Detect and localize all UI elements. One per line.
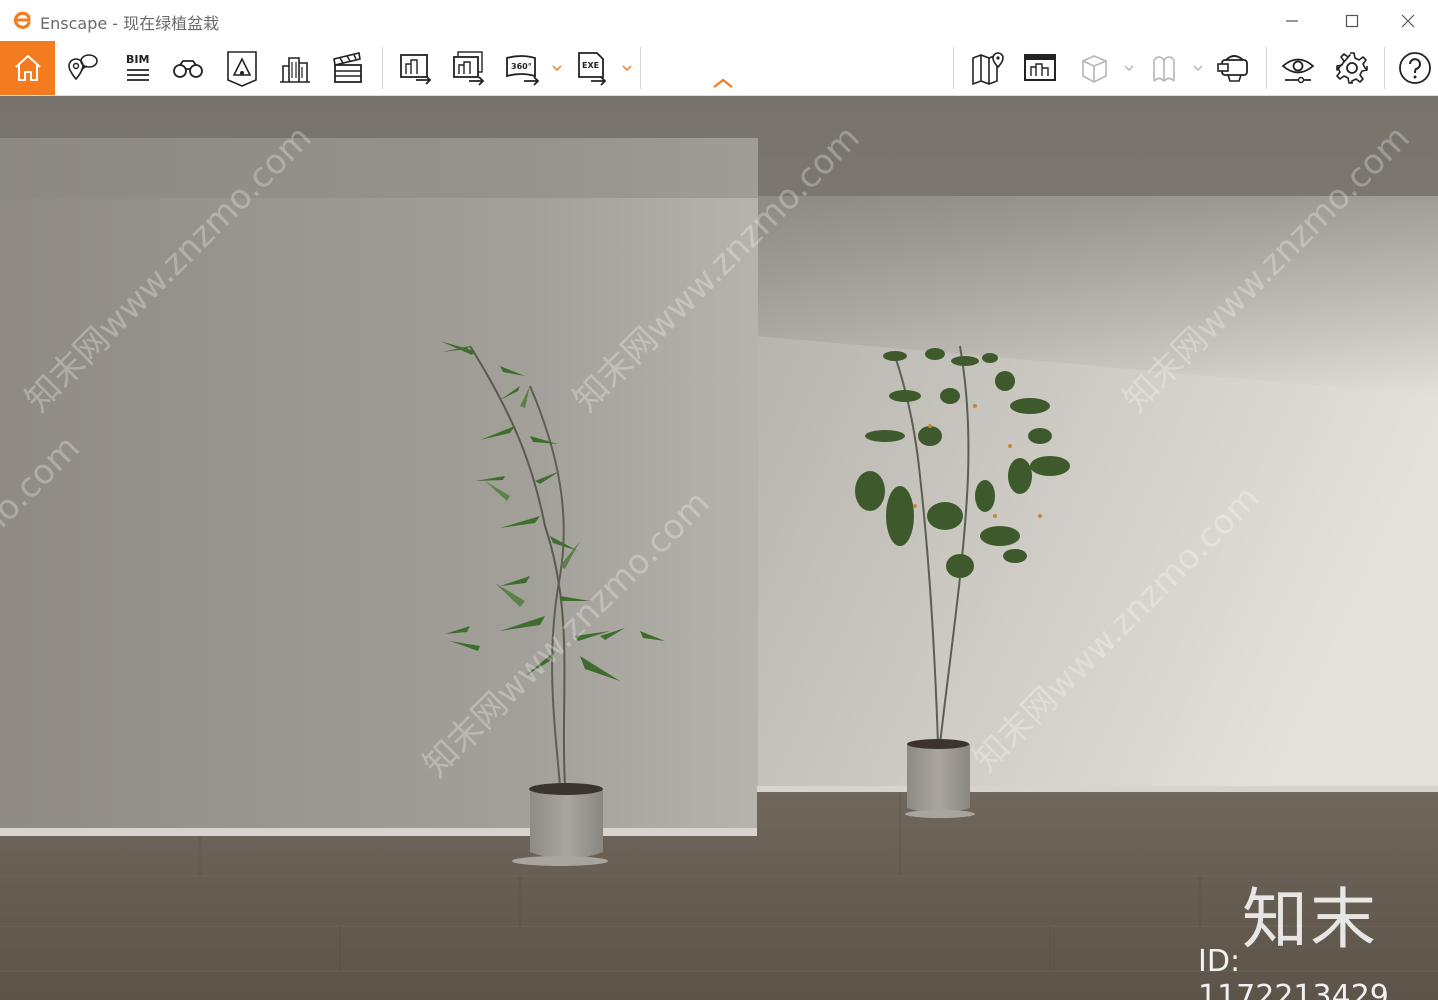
atmosphere-button[interactable] [216, 41, 268, 95]
chevron-down-icon [552, 65, 562, 72]
screenshot-button[interactable] [389, 41, 441, 95]
minimize-button[interactable] [1262, 0, 1322, 41]
toolbar-separator [640, 47, 641, 89]
question-mark-icon [1399, 52, 1431, 84]
toolbar-separator [1266, 47, 1267, 89]
export-exe-button[interactable]: EXE [566, 41, 618, 95]
collapse-toolbar-button[interactable] [708, 74, 738, 92]
bim-icon: BIM [126, 53, 149, 81]
exe-label: EXE [582, 61, 599, 70]
vr-goggles-icon [1217, 55, 1248, 82]
settings-button[interactable] [1326, 41, 1378, 95]
cube-icon [1082, 55, 1107, 83]
eye-settings-icon [1281, 58, 1315, 84]
title-bar: Enscape - 现在绿植盆栽 [0, 0, 1438, 41]
export-exe-icon: EXE [578, 52, 607, 86]
panorama-button[interactable]: 360° [496, 41, 548, 95]
home-button[interactable] [0, 41, 55, 95]
sync-view-button[interactable] [1014, 41, 1066, 95]
toolbar-separator [953, 47, 954, 89]
chevron-down-icon [1193, 65, 1203, 72]
toolbar-separator [1384, 47, 1385, 89]
title-separator: - [107, 14, 124, 33]
minimize-icon [1286, 19, 1298, 22]
location-pin-icon [68, 54, 98, 81]
video-editor-button[interactable] [322, 41, 374, 95]
bim-label: BIM [126, 53, 149, 66]
vr-dropdown[interactable] [1191, 58, 1205, 78]
app-name: Enscape [40, 14, 108, 33]
chevron-down-icon [622, 65, 632, 72]
binoculars-icon [173, 60, 203, 78]
orthographic-button[interactable] [1068, 41, 1120, 95]
batch-render-button[interactable] [442, 41, 494, 95]
visual-settings-button[interactable] [1272, 41, 1324, 95]
panorama-label: 360° [511, 62, 532, 71]
chevron-down-icon [1124, 65, 1134, 72]
views-button[interactable] [56, 41, 108, 95]
bim-button[interactable]: BIM [109, 41, 161, 95]
map-button[interactable] [961, 41, 1013, 95]
batch-export-icon [453, 51, 485, 86]
orthographic-dropdown[interactable] [1122, 58, 1136, 78]
maximize-icon [1345, 14, 1359, 27]
vr-preview-button[interactable] [1138, 41, 1190, 95]
render-viewport[interactable]: 知末网www.znzmo.com 知末网www.znzmo.com 知末网www… [0, 96, 1438, 1000]
assets-button[interactable] [269, 41, 321, 95]
image-id-label: ID: 1172213429 [1198, 944, 1389, 1000]
export-image-icon [400, 54, 432, 85]
window-title: Enscape - 现在绿植盆栽 [40, 10, 219, 34]
help-button[interactable] [1392, 41, 1438, 95]
export-dropdown[interactable] [620, 58, 634, 78]
home-icon [14, 55, 41, 81]
vr-headset-button[interactable] [1207, 41, 1259, 95]
vr-headset-icon [1153, 56, 1175, 83]
atmosphere-icon [227, 51, 257, 87]
project-name: 现在绿植盆栽 [123, 14, 220, 33]
toolbar-separator [382, 47, 383, 89]
maximize-button[interactable] [1322, 0, 1382, 41]
enscape-logo-icon [13, 11, 31, 29]
walk-mode-button[interactable] [162, 41, 214, 95]
chevron-up-icon [713, 78, 733, 88]
panorama-dropdown[interactable] [550, 58, 564, 78]
buildings-icon [280, 57, 310, 83]
gear-icon [1336, 52, 1368, 84]
clapperboard-icon [333, 52, 362, 83]
close-button[interactable] [1378, 0, 1438, 41]
toolbar: BIM 360° EXE [0, 41, 1438, 96]
map-icon [972, 52, 1004, 86]
monitor-sync-icon [1024, 54, 1056, 81]
close-icon [1401, 14, 1415, 27]
panorama-360-icon: 360° [506, 55, 540, 86]
